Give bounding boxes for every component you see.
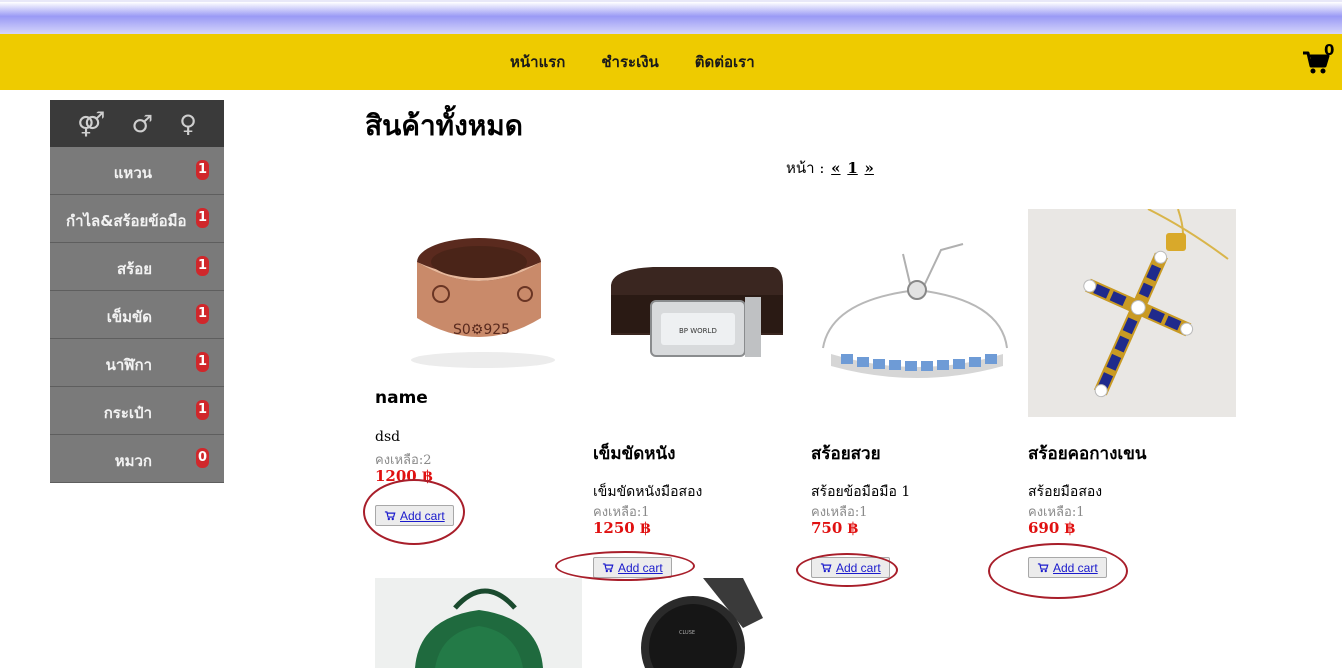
navbar: หน้าแรก ชำระเงิน ติดต่อเรา 0 bbox=[0, 34, 1342, 90]
gender-filter-bar: ⚤ ♂ ♀ bbox=[50, 100, 224, 147]
category-count-badge: 1 bbox=[196, 304, 209, 324]
category-label: นาฬิกา bbox=[105, 356, 152, 374]
category-hat[interactable]: หมวก 0 bbox=[50, 435, 224, 483]
category-count-badge: 1 bbox=[196, 352, 209, 372]
svg-text:S0⚙925: S0⚙925 bbox=[453, 322, 510, 338]
pagination-label: หน้า : bbox=[786, 159, 825, 177]
category-belt[interactable]: เข็มขัด 1 bbox=[50, 291, 224, 339]
male-icon[interactable]: ♂ bbox=[132, 110, 154, 138]
category-count-badge: 1 bbox=[196, 256, 209, 276]
cart-count-badge: 0 bbox=[1324, 41, 1335, 59]
top-banner bbox=[0, 0, 1342, 34]
category-watch[interactable]: นาฬิกา 1 bbox=[50, 339, 224, 387]
product-card: สร้อยคอกางเขน สร้อยมือสอง คงเหลือ:1 690 … bbox=[1028, 200, 1238, 580]
product-price: 750 ฿ bbox=[811, 519, 858, 537]
product-name: สร้อยคอกางเขน bbox=[1028, 444, 1147, 464]
category-label: กระเป๋า bbox=[103, 404, 152, 422]
svg-text:CLUSE: CLUSE bbox=[679, 630, 695, 636]
page-title: สินค้าทั้งหมด bbox=[365, 109, 523, 142]
nav-contact[interactable]: ติดต่อเรา bbox=[695, 50, 755, 74]
female-icon[interactable]: ♀ bbox=[179, 110, 197, 138]
category-bag[interactable]: กระเป๋า 1 bbox=[50, 387, 224, 435]
product-image-backpack[interactable] bbox=[375, 578, 582, 668]
category-count-badge: 1 bbox=[196, 160, 209, 180]
annotation-ellipse bbox=[796, 553, 898, 587]
pagination-next[interactable]: » bbox=[865, 159, 874, 177]
product-price: 690 ฿ bbox=[1028, 519, 1075, 537]
category-sidebar: ⚤ ♂ ♀ แหวน 1 กำไล&สร้อยข้อมือ 1 สร้อย 1 … bbox=[50, 100, 224, 483]
nav-home[interactable]: หน้าแรก bbox=[510, 50, 565, 74]
annotation-ellipse bbox=[363, 479, 465, 545]
product-description: dsd bbox=[375, 429, 401, 445]
category-count-badge: 1 bbox=[196, 400, 209, 420]
product-description: เข็มขัดหนังมือสอง bbox=[593, 484, 703, 500]
product-name: เข็มขัดหนัง bbox=[593, 444, 676, 464]
product-name: สร้อยสวย bbox=[811, 444, 881, 464]
pagination-prev[interactable]: « bbox=[831, 159, 840, 177]
category-label: กำไล&สร้อยข้อมือ bbox=[66, 212, 187, 230]
pagination: หน้า : « 1 » bbox=[786, 156, 874, 180]
product-image-bracelet[interactable] bbox=[811, 230, 1021, 380]
category-bracelet[interactable]: กำไล&สร้อยข้อมือ 1 bbox=[50, 195, 224, 243]
category-label: สร้อย bbox=[116, 260, 152, 278]
svg-text:BP WORLD: BP WORLD bbox=[679, 327, 717, 335]
product-card: BP WORLD เข็มขัดหนัง เข็มขัดหนังมือสอง ค… bbox=[593, 200, 803, 580]
product-image-ring[interactable]: S0⚙925 bbox=[375, 210, 585, 370]
nav-links: หน้าแรก ชำระเงิน ติดต่อเรา bbox=[510, 50, 755, 74]
product-price: 1250 ฿ bbox=[593, 519, 651, 537]
nav-checkout[interactable]: ชำระเงิน bbox=[601, 50, 658, 74]
category-count-badge: 1 bbox=[196, 208, 209, 228]
product-card: สร้อยสวย สร้อยข้อมือมือ 1 คงเหลือ:1 750 … bbox=[811, 200, 1021, 580]
category-necklace[interactable]: สร้อย 1 bbox=[50, 243, 224, 291]
category-label: แหวน bbox=[113, 164, 152, 182]
category-ring[interactable]: แหวน 1 bbox=[50, 147, 224, 195]
category-count-badge: 0 bbox=[196, 448, 209, 468]
pagination-page-1[interactable]: 1 bbox=[847, 159, 857, 177]
category-label: หมวก bbox=[114, 452, 152, 470]
unisex-icon[interactable]: ⚤ bbox=[77, 110, 105, 138]
annotation-ellipse bbox=[988, 543, 1128, 599]
product-description: สร้อยข้อมือมือ 1 bbox=[811, 484, 911, 500]
product-image-watch[interactable]: CLUSE bbox=[593, 578, 800, 668]
product-image-cross-pendant[interactable] bbox=[1028, 209, 1236, 417]
product-description: สร้อยมือสอง bbox=[1028, 484, 1103, 500]
product-name: name bbox=[375, 388, 428, 408]
annotation-ellipse bbox=[555, 551, 695, 581]
category-label: เข็มขัด bbox=[106, 308, 152, 326]
product-image-belt[interactable]: BP WORLD bbox=[593, 255, 803, 370]
